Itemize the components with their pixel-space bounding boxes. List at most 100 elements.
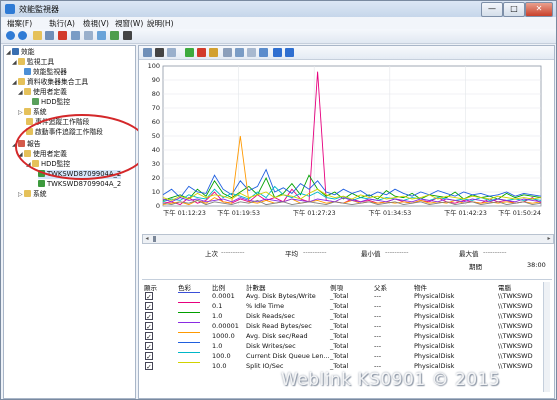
update-data-icon[interactable]	[285, 48, 294, 57]
tree-item-system[interactable]: ▷ 系統	[18, 108, 47, 117]
folder-icon	[24, 88, 31, 95]
table-scrollbar[interactable]	[543, 282, 550, 392]
watermark: Weblink KS0901 © 2015	[281, 370, 501, 390]
header-counter[interactable]: 計數器	[246, 282, 266, 292]
tree-item-user-defined[interactable]: ◢ 使用者定義	[18, 88, 67, 97]
show-checkbox[interactable]: ✓	[145, 342, 153, 351]
parent-cell: ---	[374, 332, 382, 340]
zoom-icon[interactable]	[259, 48, 268, 57]
minimize-button[interactable]: —	[481, 2, 503, 17]
counter-cell: Disk Writes/sec	[246, 342, 296, 350]
main-toolbar	[1, 29, 556, 44]
x-tick-label: 下午 01:50:24	[498, 208, 541, 217]
menu-view[interactable]: 檢視(V)	[83, 18, 109, 29]
computer-cell: \\TWKSWD	[498, 312, 533, 320]
copy-properties-icon[interactable]	[223, 48, 232, 57]
header-scale[interactable]: 比例	[212, 282, 225, 292]
show-checkbox[interactable]: ✓	[145, 332, 153, 341]
table-row[interactable]: ✓ 0.1 % Idle Time _Total --- PhysicalDisk \\TW…	[142, 302, 544, 311]
instance-cell: _Total	[330, 312, 349, 320]
scale-cell: 1000.0	[212, 332, 235, 340]
back-icon[interactable]	[6, 31, 15, 40]
menu-action[interactable]: 執行(A)	[49, 18, 75, 29]
graph-pane: 100 90 80 70 60 50 40 30 20 10 0 下午 01:12:23 下午 01:1…	[138, 45, 555, 399]
folder-icon[interactable]	[33, 31, 42, 40]
show-checkbox[interactable]: ✓	[145, 302, 153, 311]
title-bar[interactable]: 效能監視器 — □ ✕	[1, 1, 556, 17]
properties-icon[interactable]	[45, 31, 54, 40]
show-checkbox[interactable]: ✓	[145, 352, 153, 361]
view-current-activity-icon[interactable]	[143, 48, 152, 57]
change-graph-type-icon[interactable]	[155, 48, 164, 57]
tree-item-performance[interactable]: ◢ 效能	[6, 48, 35, 57]
menu-window[interactable]: 視窗(W)	[115, 18, 143, 29]
y-tick-label: 30	[152, 160, 160, 168]
view-icon[interactable]	[84, 31, 93, 40]
help-icon[interactable]	[97, 31, 106, 40]
show-checkbox[interactable]: ✓	[145, 292, 153, 301]
header-instance[interactable]: 例項	[330, 282, 343, 292]
scale-cell: 0.00001	[212, 322, 239, 330]
highlight-circle	[15, 114, 149, 180]
table-row[interactable]: ✓ 1.0 Disk Reads/sec _Total --- PhysicalDisk \…	[142, 312, 544, 321]
average-value: ----------	[303, 248, 327, 256]
graph-toolbar	[139, 46, 554, 60]
delete-icon[interactable]	[58, 31, 67, 40]
tree-item-data-collector-sets[interactable]: ◢ 資料收集器集合工具	[12, 78, 88, 87]
header-computer[interactable]: 電腦	[498, 282, 511, 292]
table-row[interactable]: ✓ 1.0 Disk Writes/sec _Total --- PhysicalDisk…	[142, 342, 544, 351]
show-checkbox[interactable]: ✓	[145, 312, 153, 321]
show-checkbox[interactable]: ✓	[145, 362, 153, 371]
computer-cell: \\TWKSWD	[498, 322, 533, 330]
stop-icon[interactable]	[123, 31, 132, 40]
view-log-data-icon[interactable]	[167, 48, 176, 57]
header-object[interactable]: 物件	[414, 282, 427, 292]
header-show[interactable]: 顯示	[144, 282, 157, 292]
tree-item-report-2[interactable]: TWKSWD8709904A_2	[38, 180, 121, 189]
scale-cell: 0.0001	[212, 292, 235, 300]
start-icon[interactable]	[110, 31, 119, 40]
counter-cell: Avg. Disk Bytes/Write	[246, 292, 316, 300]
scroll-left-icon[interactable]: ◂	[143, 235, 151, 243]
delete-counter-icon[interactable]	[197, 48, 206, 57]
color-swatch	[178, 312, 200, 313]
scale-cell: 10.0	[212, 362, 227, 370]
freeze-display-icon[interactable]	[273, 48, 282, 57]
counter-cell: % Idle Time	[246, 302, 285, 310]
scroll-thumb[interactable]	[153, 236, 156, 242]
maximize-button[interactable]: □	[503, 2, 525, 17]
tree-item-performance-monitor[interactable]: 效能監視器	[24, 68, 67, 77]
menu-file[interactable]: 檔案(F)	[7, 18, 32, 29]
minimum-value: ----------	[385, 248, 409, 256]
add-counter-icon[interactable]	[185, 48, 194, 57]
properties-icon[interactable]	[247, 48, 256, 57]
counter-cell: Split IO/Sec	[246, 362, 284, 370]
scroll-right-icon[interactable]: ▸	[545, 235, 553, 243]
navigation-tree: ◢ 效能 ◢ 監視工具 效能監視器 ◢ 資料收集器集合工具 ◢ 使用者定義 HDD監控 …	[3, 45, 136, 399]
table-row[interactable]: ✓ 0.00001 Disk Read Bytes/sec _Total --- Phys…	[142, 322, 544, 331]
counter-cell: Disk Read Bytes/sec	[246, 322, 312, 330]
performance-icon	[12, 48, 19, 55]
menu-help[interactable]: 說明(H)	[147, 18, 174, 29]
tree-item-hdd-collector[interactable]: HDD監控	[32, 98, 70, 107]
parent-cell: ---	[374, 302, 382, 310]
paste-counter-list-icon[interactable]	[235, 48, 244, 57]
instance-cell: _Total	[330, 332, 349, 340]
tree-item-reports-system[interactable]: ▷ 系統	[18, 190, 47, 199]
header-parent[interactable]: 父系	[374, 282, 387, 292]
export-icon[interactable]	[71, 31, 80, 40]
maximum-value: ----------	[483, 248, 507, 256]
counter-cell: Avg. Disk sec/Read	[246, 332, 308, 340]
object-cell: PhysicalDisk	[414, 302, 455, 310]
header-color[interactable]: 色彩	[178, 282, 191, 292]
highlight-icon[interactable]	[209, 48, 218, 57]
show-checkbox[interactable]: ✓	[145, 322, 153, 331]
table-row[interactable]: ✓ 0.0001 Avg. Disk Bytes/Write _Total --- Phy…	[142, 292, 544, 301]
close-button[interactable]: ✕	[525, 2, 553, 17]
last-label: 上次	[205, 250, 218, 258]
table-row[interactable]: ✓ 100.0 Current Disk Queue Len... _Total ---…	[142, 352, 544, 361]
time-scrollbar[interactable]: ◂ ▸	[142, 234, 554, 244]
forward-icon[interactable]	[18, 31, 27, 40]
table-row[interactable]: ✓ 1000.0 Avg. Disk sec/Read _Total --- Physic…	[142, 332, 544, 341]
tree-item-monitoring-tools[interactable]: ◢ 監視工具	[12, 58, 54, 67]
